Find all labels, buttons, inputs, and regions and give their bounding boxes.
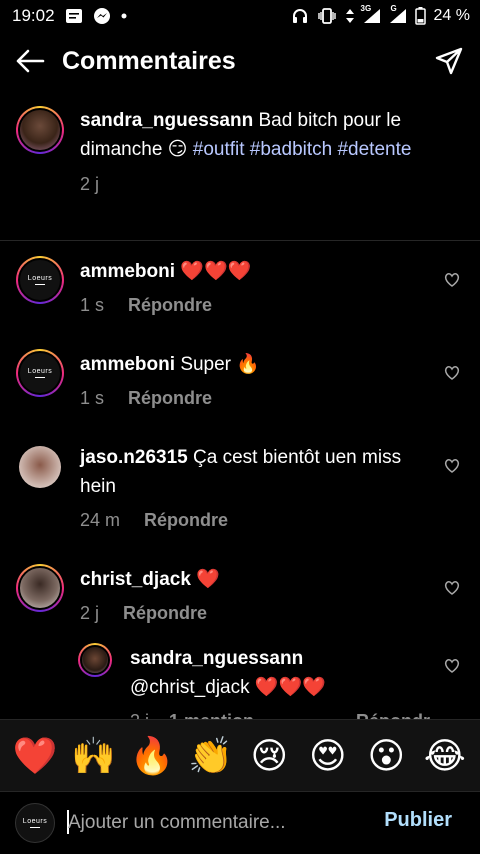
comment-composer: Loeurs Publier [0, 791, 480, 854]
comment-avatar[interactable] [19, 446, 61, 488]
publish-button[interactable]: Publier [384, 809, 452, 832]
arrow-left-icon [16, 49, 45, 73]
comment-avatar[interactable]: Loeurs [16, 256, 64, 304]
reply-button[interactable]: Répondr [356, 707, 430, 719]
avatar-logo-text: Loeurs [27, 275, 53, 282]
avatar: Loeurs [18, 258, 62, 302]
comment-avatar[interactable] [16, 564, 64, 612]
avatar [80, 645, 110, 675]
comment-text: ❤️ [196, 569, 220, 590]
comment-time: 1 s [80, 388, 105, 408]
avatar-logo-text: Loeurs [27, 368, 53, 375]
emoji-bar: ❤️ 🙌 🔥 👏 😢 😍 😮 😂 [0, 719, 480, 791]
heart-icon [444, 272, 460, 287]
reply-text: @christ_djack ❤️❤️❤️ [130, 677, 326, 698]
back-button[interactable] [0, 34, 60, 88]
like-button[interactable] [442, 362, 462, 382]
comment-row: Loeurs ammeboni Super 🔥 1 s Répondre [0, 347, 480, 429]
vibrate-icon [317, 8, 337, 24]
heart-icon [444, 658, 460, 673]
avatar [18, 108, 62, 152]
notification-dot-icon [121, 13, 127, 19]
messenger-icon [93, 7, 111, 25]
comment-row: christ_djack ❤️ 2 j Répondre [0, 562, 480, 640]
reply-button[interactable]: Répondre [128, 384, 212, 413]
comment-row: Loeurs ammeboni ❤️❤️❤️ 1 s Répondre [0, 254, 480, 336]
emoji-surprised[interactable]: 😮 [363, 733, 409, 779]
reply-username[interactable]: sandra_nguessann [130, 644, 430, 673]
emoji-laughing[interactable]: 😂 [422, 733, 468, 779]
emoji-crying[interactable]: 😢 [246, 733, 292, 779]
caption-hashtags[interactable]: #outfit #badbitch #detente [193, 139, 412, 160]
like-button[interactable] [442, 269, 462, 289]
battery-percent: 24 % [433, 7, 470, 24]
comment-input[interactable] [68, 808, 358, 838]
emoji-clap[interactable]: 👏 [188, 733, 234, 779]
like-button[interactable] [442, 577, 462, 597]
like-button[interactable] [442, 655, 462, 675]
post-caption: sandra_nguessann Bad bitch pour le diman… [0, 100, 480, 241]
mentions-link[interactable]: 1 mention [169, 707, 254, 719]
heart-icon [444, 580, 460, 595]
share-button[interactable] [432, 44, 466, 78]
avatar: Loeurs [18, 351, 62, 395]
signal-g-icon: G [389, 4, 407, 24]
comment-username[interactable]: ammeboni [80, 354, 175, 375]
signal-g-label: G [390, 4, 397, 13]
signal-3g-label: 3G [360, 4, 372, 13]
like-button[interactable] [442, 455, 462, 475]
data-arrows-icon [345, 8, 355, 24]
battery-icon [414, 7, 426, 25]
comment-row: jaso.n26315 Ça cest bientôt uen miss hei… [0, 440, 480, 548]
message-icon [65, 8, 83, 24]
emoji-heart-eyes[interactable]: 😍 [305, 733, 351, 779]
comment-time: 1 s [80, 295, 105, 315]
comment-avatar[interactable]: Loeurs [16, 349, 64, 397]
heart-icon [444, 365, 460, 380]
reply-time: 2 j [130, 707, 149, 719]
emoji-fire[interactable]: 🔥 [129, 733, 175, 779]
comment-time: 2 j [80, 603, 100, 623]
comment-text: ❤️❤️❤️ [180, 261, 252, 282]
caption-username[interactable]: sandra_nguessann [80, 110, 253, 131]
caption-time: 2 j [80, 174, 100, 194]
comment-username[interactable]: jaso.n26315 [80, 447, 188, 468]
comment-text: Super 🔥 [180, 354, 260, 375]
comment-username[interactable]: ammeboni [80, 261, 175, 282]
comment-time: 24 m [80, 510, 121, 530]
comment-username[interactable]: christ_djack [80, 569, 191, 590]
heart-icon [444, 458, 460, 473]
avatar [18, 566, 62, 610]
avatar [19, 446, 61, 488]
emoji-raised-hands[interactable]: 🙌 [71, 733, 117, 779]
caption-emoji: 😏 [167, 139, 188, 160]
reply-button[interactable]: Répondre [123, 599, 207, 628]
paper-plane-icon [435, 47, 463, 75]
status-bar: 19:02 3G G 24 % [0, 0, 480, 32]
emoji-heart[interactable]: ❤️ [12, 733, 58, 779]
reply-button[interactable]: Répondre [144, 506, 228, 535]
caption-text: sandra_nguessann Bad bitch pour le diman… [80, 106, 440, 164]
header: Commentaires [0, 34, 480, 88]
signal-3g-icon: 3G [361, 4, 381, 24]
reply-button[interactable]: Répondre [128, 291, 212, 320]
caption-avatar[interactable] [16, 106, 64, 154]
reply-row: sandra_nguessann @christ_djack ❤️❤️❤️ 2 … [0, 642, 480, 719]
status-time: 19:02 [12, 6, 55, 25]
reply-avatar[interactable] [78, 643, 112, 677]
headphones-icon [291, 7, 309, 25]
avatar-logo-text: Loeurs [22, 818, 48, 825]
my-avatar: Loeurs [15, 803, 55, 843]
page-title: Commentaires [62, 46, 236, 75]
